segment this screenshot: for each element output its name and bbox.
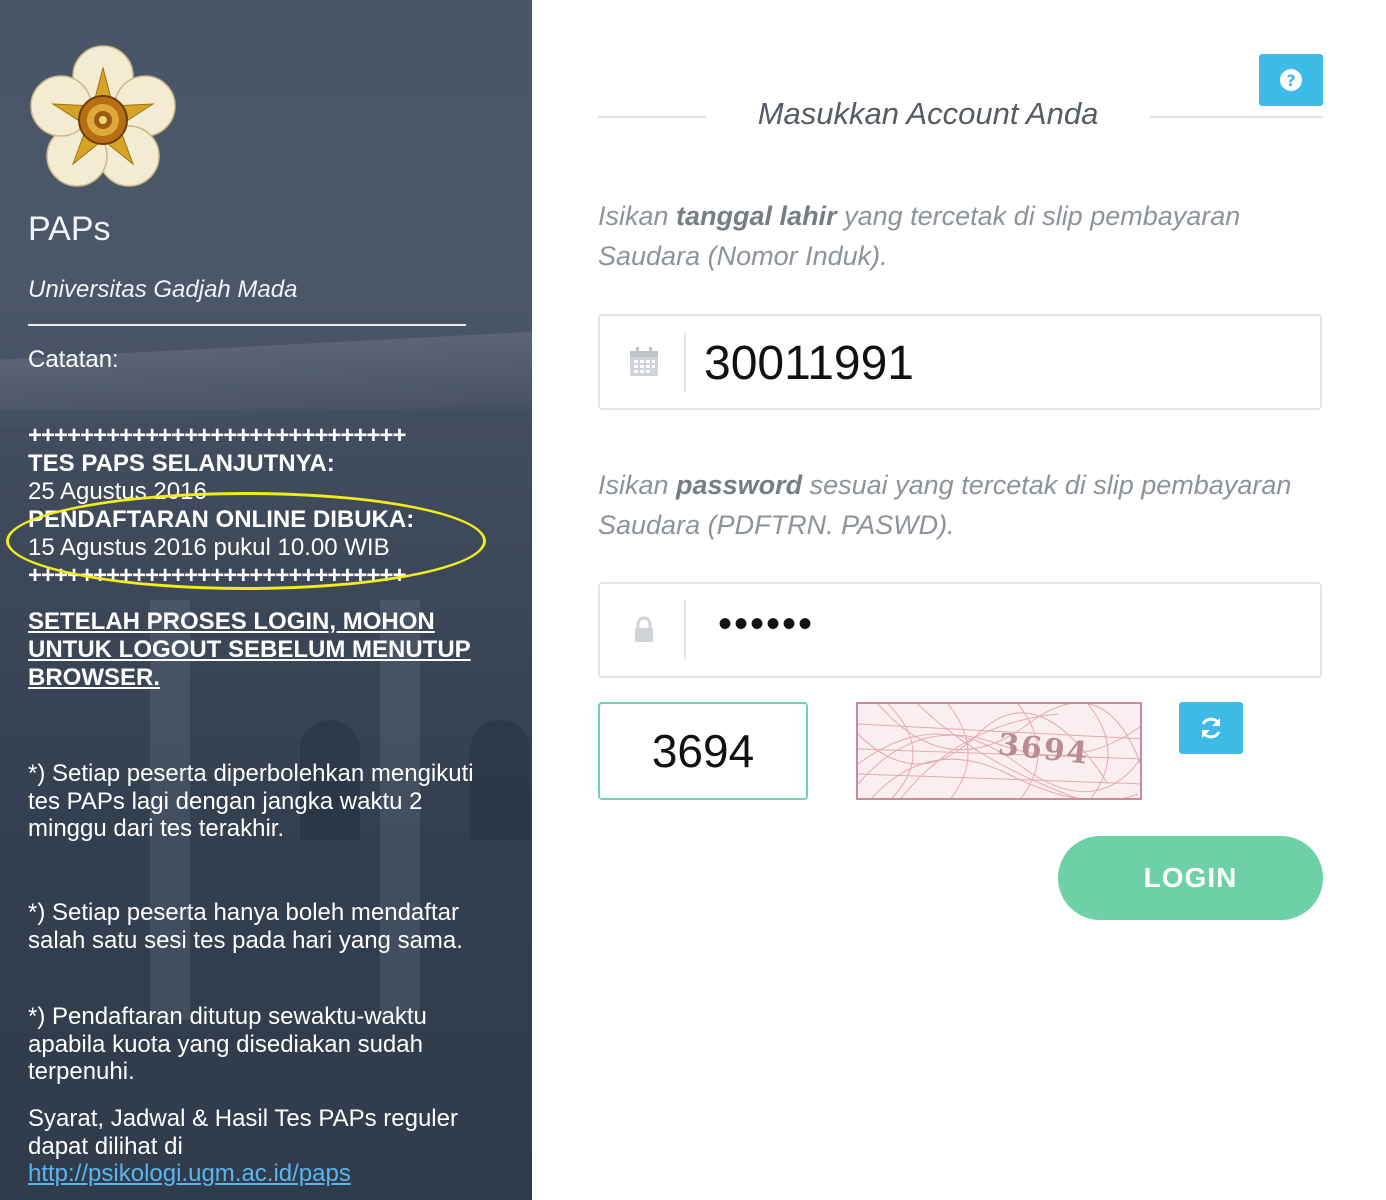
refresh-captcha-button[interactable] [1179, 702, 1243, 754]
password-input-value[interactable]: •••••• [718, 602, 814, 647]
university-name: Universitas Gadjah Mada [28, 276, 298, 303]
login-button[interactable]: LOGIN [1058, 836, 1323, 920]
dob-field[interactable]: 30011991 [598, 314, 1322, 410]
paps-info-link[interactable]: http://psikologi.ugm.ac.id/paps [28, 1160, 351, 1187]
app-title: PAPs [28, 210, 111, 248]
note-quota: *) Pendaftaran ditutup sewaktu-waktu apa… [28, 1003, 427, 1085]
note-retest-interval: *) Setiap peserta diperbolehkan mengikut… [28, 760, 474, 842]
field-separator [684, 600, 686, 660]
pw-instruction-bold: password [676, 470, 803, 500]
help-button[interactable]: ? [1259, 54, 1323, 106]
divider [28, 324, 466, 326]
info-text: Syarat, Jadwal & Hasil Tes PAPs reguler … [28, 1105, 488, 1188]
captcha-input[interactable]: 3694 [598, 702, 808, 800]
logout-warning: SETELAH PROSES LOGIN, MOHON UNTUK LOGOUT… [28, 608, 471, 691]
heading-line-left [598, 116, 706, 118]
captcha-image: 3694 [856, 702, 1142, 800]
pw-instruction-pre: Isikan [598, 470, 677, 500]
next-test-label: TES PAPS SELANJUTNYA: [28, 450, 335, 477]
ugm-emblem-icon [30, 45, 176, 187]
note-one-session: *) Setiap peserta hanya boleh mendaftar … [28, 899, 463, 954]
lock-icon [635, 616, 653, 642]
heading-line-right [1150, 116, 1323, 118]
refresh-icon [1201, 717, 1221, 739]
separator-plus-line: +++++++++++++++++++++++++++++ [28, 422, 406, 449]
form-heading: Masukkan Account Anda [757, 96, 1099, 131]
dob-instruction: Isikan tanggal lahir yang tercetak di sl… [598, 196, 1328, 276]
info-label: Syarat, Jadwal & Hasil Tes PAPs reguler … [28, 1105, 458, 1160]
password-field[interactable]: •••••• [598, 582, 1322, 678]
dob-instruction-bold: tanggal lahir [676, 201, 837, 231]
notes-label: Catatan: [28, 346, 119, 373]
sidebar: PAPs Universitas Gadjah Mada Catatan: ++… [0, 0, 532, 1200]
field-separator [684, 332, 686, 392]
dob-instruction-pre: Isikan [598, 201, 677, 231]
question-circle-icon: ? [1280, 69, 1302, 91]
calendar-icon [630, 347, 658, 376]
password-instruction: Isikan password sesuai yang tercetak di … [598, 465, 1328, 545]
dob-input-value[interactable]: 30011991 [704, 336, 914, 391]
highlight-annotation [6, 492, 486, 590]
